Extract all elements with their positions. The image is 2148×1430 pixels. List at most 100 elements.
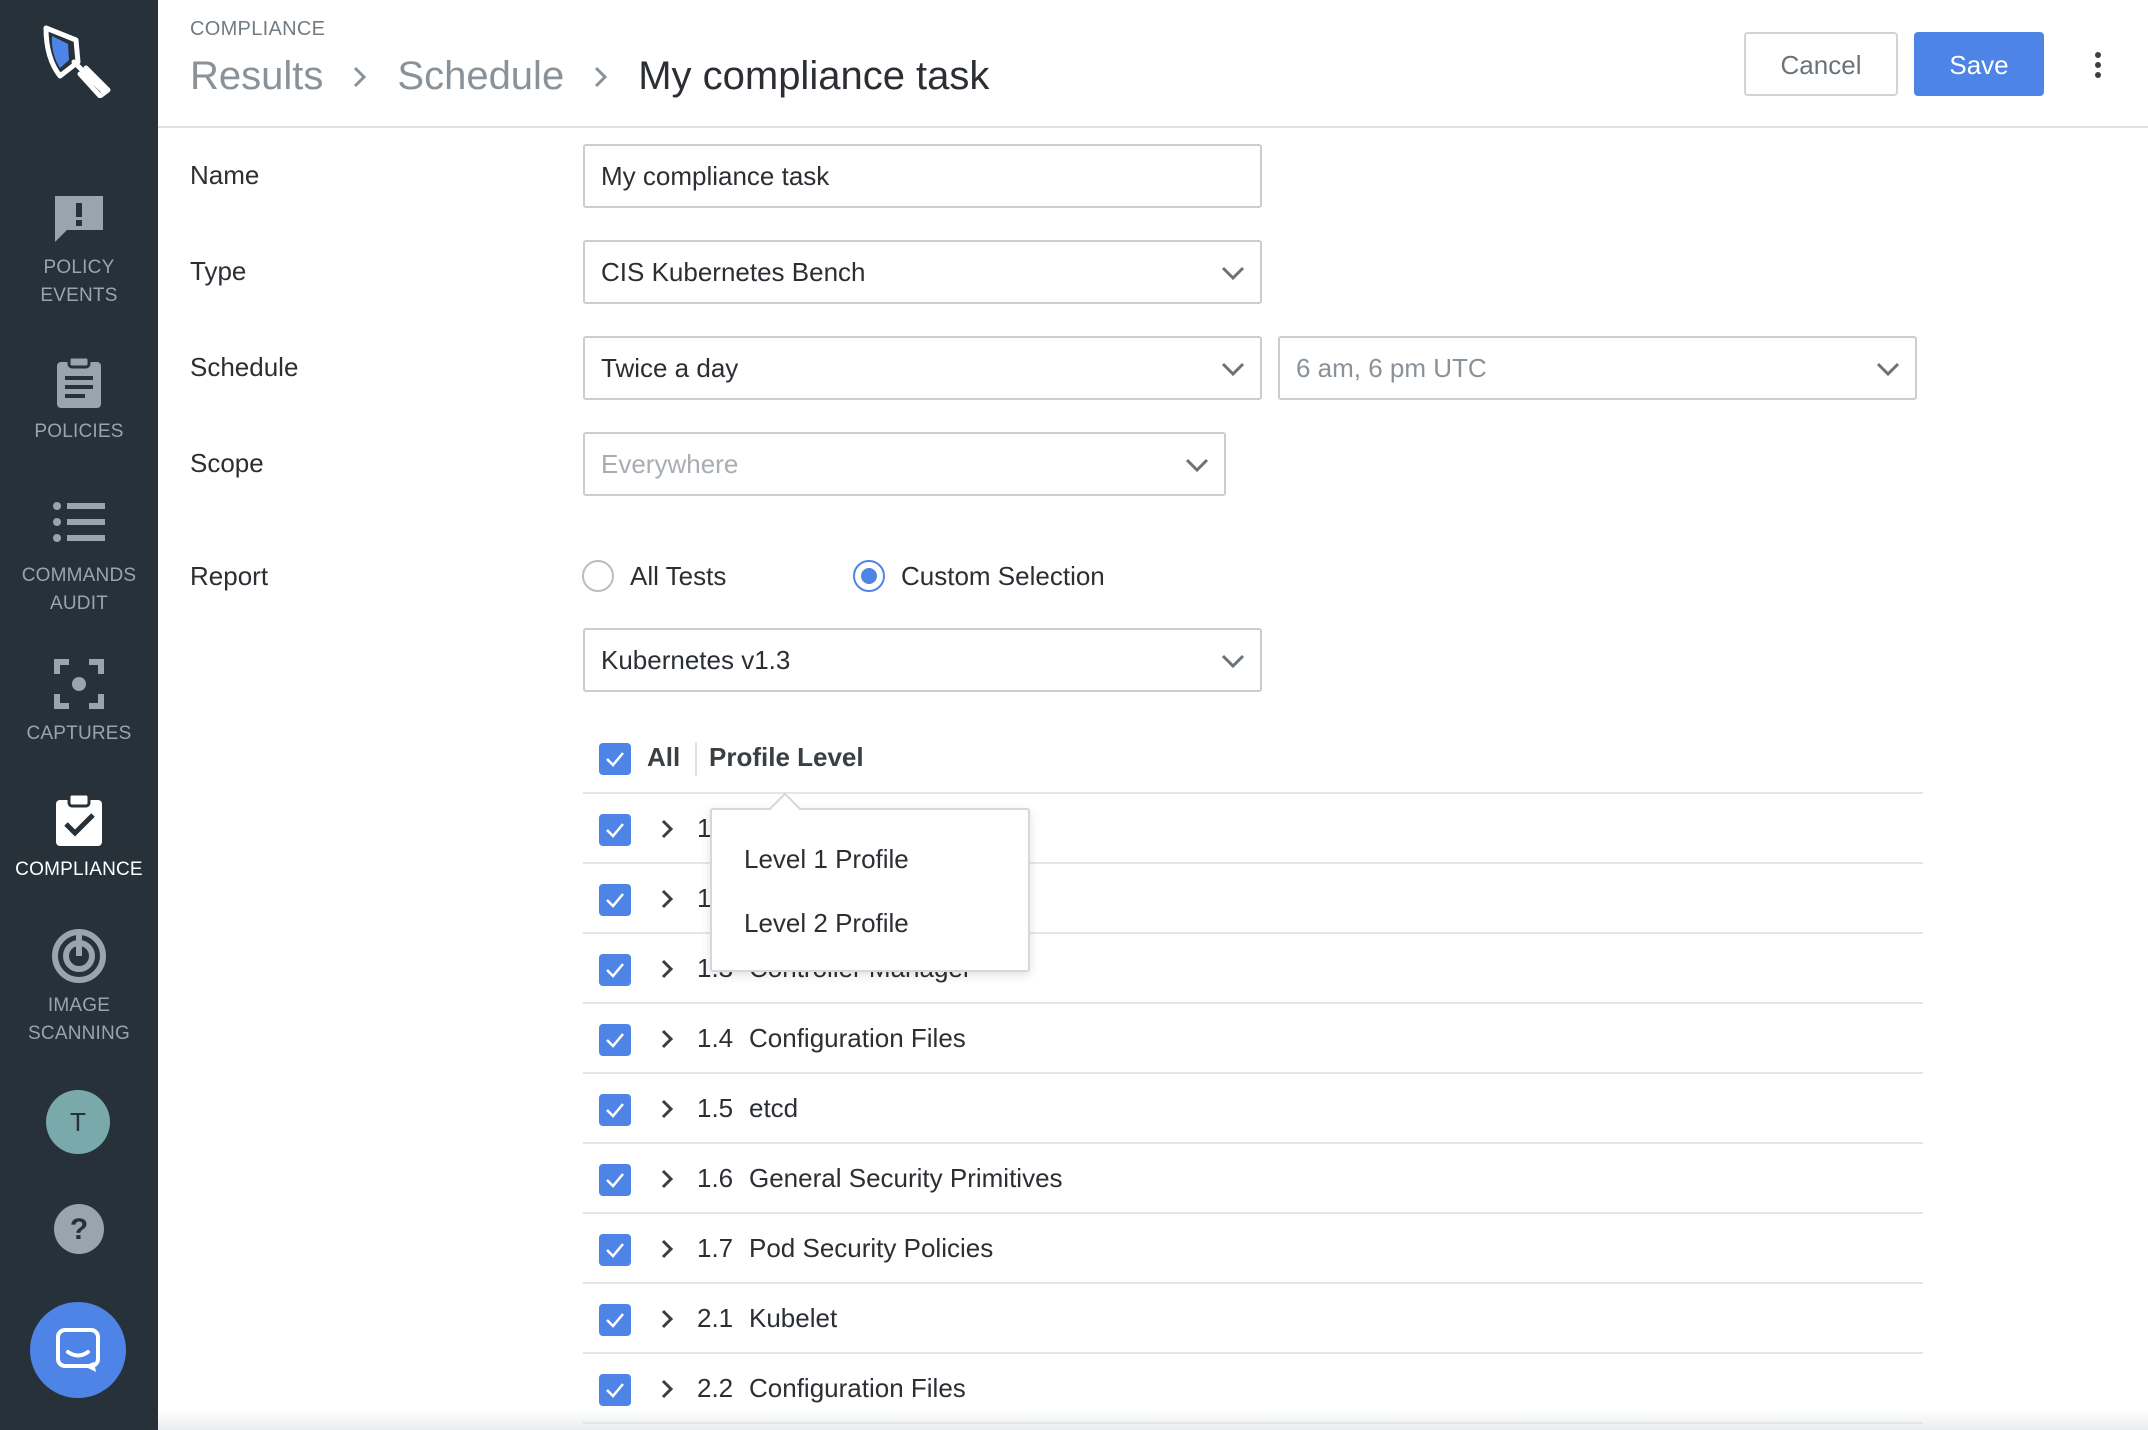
expand-chevron-icon[interactable] [655, 956, 679, 982]
page-title: My compliance task [638, 54, 990, 98]
breadcrumb-results[interactable]: Results [190, 54, 323, 99]
name-label: Name [190, 160, 260, 190]
schedule-frequency-select[interactable]: Twice a day [583, 336, 1262, 400]
radio-circle [582, 560, 614, 592]
sidebar-item-label: POLICIES [34, 421, 124, 442]
row-number: 2.2 [697, 1373, 734, 1403]
expand-chevron-icon[interactable] [655, 886, 679, 912]
profile-option-level-1[interactable]: Level 1 Profile [744, 844, 909, 875]
image-scanning-icon [52, 929, 106, 983]
schedule-frequency-value: Twice a day [601, 353, 739, 383]
row-name: Configuration Files [749, 1373, 966, 1403]
divider [695, 742, 697, 776]
table-row[interactable]: 1.6 General Security Primitives [583, 1144, 1923, 1214]
check-icon [606, 1383, 624, 1398]
select-all-checkbox[interactable] [599, 743, 631, 775]
svg-text:?: ? [70, 1213, 88, 1246]
check-icon [606, 1173, 624, 1188]
sidebar-item-captures[interactable]: CAPTURES [0, 656, 158, 748]
help-icon[interactable]: ? [53, 1203, 105, 1255]
profile-level-dropdown: Level 1 Profile Level 2 Profile [710, 792, 1030, 972]
row-name: Kubelet [749, 1303, 838, 1333]
radio-all-tests[interactable]: All Tests [582, 560, 726, 592]
profile-level-filter[interactable]: Profile Level [709, 742, 864, 773]
expand-chevron-icon[interactable] [655, 1376, 679, 1402]
page-header: COMPLIANCE Results Schedule My complianc… [158, 0, 2148, 128]
expand-chevron-icon[interactable] [655, 1236, 679, 1262]
chevron-down-icon [1185, 458, 1209, 473]
scope-select-placeholder: Everywhere [601, 449, 739, 479]
type-select[interactable]: CIS Kubernetes Bench [583, 240, 1262, 304]
row-number: 1.7 [697, 1233, 734, 1263]
chat-icon [56, 1328, 100, 1372]
name-input[interactable]: My compliance task [583, 144, 1262, 208]
expand-chevron-icon[interactable] [655, 1026, 679, 1052]
breadcrumb-schedule[interactable]: Schedule [397, 54, 564, 99]
row-checkbox[interactable] [599, 1164, 631, 1196]
sidebar-item-commands-audit[interactable]: COMMANDS AUDIT [0, 498, 158, 618]
table-row[interactable]: 1.7 Pod Security Policies [583, 1214, 1923, 1284]
expand-chevron-icon[interactable] [655, 1096, 679, 1122]
report-version-value: Kubernetes v1.3 [601, 645, 791, 675]
row-checkbox[interactable] [599, 954, 631, 986]
sidebar-item-label: SCANNING [28, 1023, 130, 1044]
row-name: Configuration Files [749, 1023, 966, 1053]
table-row[interactable]: 1.5 etcd [583, 1074, 1923, 1144]
expand-chevron-icon[interactable] [655, 816, 679, 842]
schedule-label: Schedule [190, 352, 299, 382]
sidebar-item-image-scanning[interactable]: IMAGE SCANNING [0, 928, 158, 1048]
scroll-shadow [158, 1410, 2148, 1430]
radio-custom-selection[interactable]: Custom Selection [853, 560, 1105, 592]
check-icon [606, 823, 624, 838]
row-checkbox[interactable] [599, 814, 631, 846]
row-checkbox[interactable] [599, 1234, 631, 1266]
policy-events-icon [55, 196, 103, 242]
check-icon [606, 963, 624, 978]
row-number: 2.1 [697, 1303, 734, 1333]
row-checkbox[interactable] [599, 1024, 631, 1056]
sidebar-item-policy-events[interactable]: POLICY EVENTS [0, 190, 158, 310]
row-number: 1.5 [697, 1093, 734, 1123]
more-options-icon[interactable] [2086, 50, 2110, 80]
row-checkbox[interactable] [599, 1094, 631, 1126]
captures-icon [54, 659, 104, 709]
row-name: etcd [749, 1093, 799, 1123]
type-select-value: CIS Kubernetes Bench [601, 257, 866, 287]
row-name: General Security Primitives [749, 1163, 1063, 1193]
type-label: Type [190, 256, 247, 286]
sidebar-item-compliance[interactable]: COMPLIANCE [0, 792, 158, 884]
scope-select[interactable]: Everywhere [583, 432, 1226, 496]
check-icon [606, 893, 624, 908]
expand-chevron-icon[interactable] [655, 1306, 679, 1332]
chevron-right-icon [354, 66, 367, 87]
profile-option-level-2[interactable]: Level 2 Profile [744, 908, 909, 939]
check-icon [606, 1033, 624, 1048]
report-version-select[interactable]: Kubernetes v1.3 [583, 628, 1262, 692]
save-button[interactable]: Save [1914, 32, 2044, 96]
table-row[interactable]: 1.4 Configuration Files [583, 1004, 1923, 1074]
check-icon [606, 1313, 624, 1328]
cancel-button[interactable]: Cancel [1744, 32, 1898, 96]
policies-icon [57, 355, 101, 408]
logo-icon[interactable] [38, 18, 118, 98]
check-icon [606, 752, 624, 767]
sidebar-item-label: EVENTS [40, 285, 118, 306]
section-label: COMPLIANCE [190, 18, 326, 40]
scope-label: Scope [190, 448, 264, 478]
chat-launcher-button[interactable] [30, 1302, 126, 1398]
avatar[interactable]: T [46, 1090, 110, 1154]
chevron-down-icon [1221, 266, 1245, 281]
row-checkbox[interactable] [599, 1304, 631, 1336]
chevron-right-icon [595, 66, 608, 87]
sidebar-item-label: POLICY [43, 257, 115, 278]
sidebar-item-label: CAPTURES [26, 723, 132, 744]
select-all-label: All [647, 742, 681, 772]
sidebar-item-label: AUDIT [50, 593, 108, 614]
schedule-time-select[interactable]: 6 am, 6 pm UTC [1278, 336, 1917, 400]
sidebar-item-policies[interactable]: POLICIES [0, 354, 158, 446]
table-row[interactable]: 2.1 Kubelet [583, 1284, 1923, 1354]
expand-chevron-icon[interactable] [655, 1166, 679, 1192]
row-checkbox[interactable] [599, 1374, 631, 1406]
row-checkbox[interactable] [599, 884, 631, 916]
breadcrumb: Results Schedule My compliance task [190, 54, 989, 99]
